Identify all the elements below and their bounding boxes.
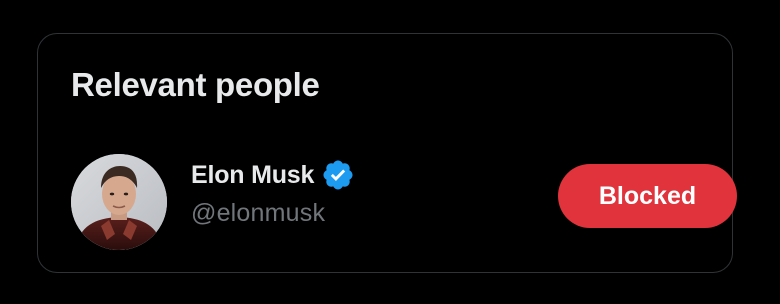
display-name[interactable]: Elon Musk [191, 161, 314, 190]
handle[interactable]: @elonmusk [191, 199, 355, 228]
display-name-row: Elon Musk [191, 157, 355, 193]
verified-badge-icon [321, 158, 355, 192]
relevant-people-card: Relevant people Elon Musk @elonmusk Bloc… [37, 33, 737, 273]
name-block: Elon Musk @elonmusk [191, 157, 355, 228]
avatar[interactable] [71, 154, 167, 250]
avatar-photo [71, 154, 167, 250]
blocked-button[interactable]: Blocked [558, 164, 737, 228]
section-title: Relevant people [71, 66, 320, 103]
person-row[interactable]: Elon Musk @elonmusk Blocked [71, 154, 737, 250]
